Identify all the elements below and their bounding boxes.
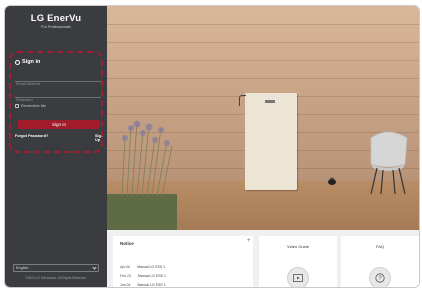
notice-row[interactable]: Feb.23 Manual LG ESS 1 (120, 274, 166, 278)
faq-label: FAQ (375, 244, 384, 249)
notice-card: Notice + Apr.06 Manual LG ESS 1 Feb.23 M… (113, 236, 253, 287)
screenshot-frame: LG EnerVu For Professionals Sign in Reme… (0, 0, 422, 289)
notice-row[interactable]: Apr.06 Manual LG ESS 1 (120, 265, 165, 269)
notice-date: Jan.04 (120, 283, 131, 287)
language-select-value: English (16, 266, 29, 270)
play-icon (293, 274, 303, 282)
faq-card[interactable]: FAQ ? (341, 236, 419, 287)
question-icon[interactable]: ? (369, 267, 391, 287)
notice-text: Manual LG ESS 1 (137, 274, 166, 278)
watering-can-icon (328, 177, 336, 185)
chair-illustration (370, 131, 408, 194)
app-tagline: For Professionals (41, 25, 71, 29)
video-guide-label: Video Guide (287, 244, 309, 249)
help-icon: ? (375, 273, 385, 283)
video-icon[interactable] (287, 267, 309, 287)
sidebar: LG EnerVu For Professionals Sign in Reme… (5, 6, 107, 287)
sign-in-highlight-outline (9, 51, 103, 153)
svg-text:?: ? (378, 276, 382, 282)
language-select[interactable]: English (13, 264, 99, 272)
app-logo: LG EnerVu (30, 13, 82, 24)
notice-text: Manual LG ESS 1 (137, 265, 166, 269)
notice-date: Feb.23 (120, 274, 131, 278)
notice-row[interactable]: Jan.04 Manual LG ESS 1 (120, 283, 166, 287)
cable (239, 95, 246, 106)
chevron-down-icon (92, 265, 97, 270)
app-window: LG EnerVu For Professionals Sign in Reme… (4, 5, 420, 288)
plants-illustration (121, 120, 173, 196)
video-guide-card[interactable]: Video Guide (259, 236, 337, 287)
brand: LG EnerVu For Professionals (5, 13, 107, 29)
notice-date: Apr.06 (120, 265, 131, 269)
indicator-panel (265, 100, 275, 103)
hero-image (107, 6, 419, 230)
plus-icon[interactable]: + (247, 238, 251, 244)
notice-title: Notice (120, 241, 134, 246)
bottom-panel: Notice + Apr.06 Manual LG ESS 1 Feb.23 M… (107, 230, 419, 287)
energy-storage-unit (239, 93, 297, 190)
notice-text: Manual LG ESS 1 (137, 283, 166, 287)
copyright-text: ©2023 LG Electronics. All Rights Reserve… (25, 276, 87, 280)
grass (107, 194, 177, 230)
